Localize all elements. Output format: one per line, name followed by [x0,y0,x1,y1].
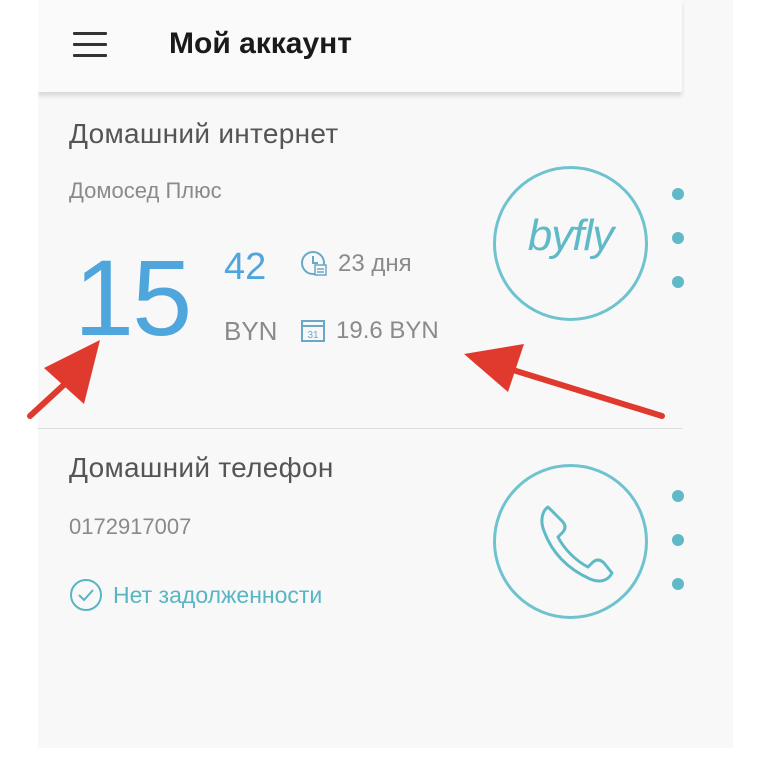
balance-integer: 15 [74,237,192,358]
calendar-icon: 31 [301,320,325,342]
svg-text:31: 31 [307,330,319,341]
more-dot[interactable] [672,232,684,244]
balance-fraction: 42 [224,246,267,288]
tariff-plan-name: Домосед Плюс [69,178,222,203]
byfly-logo-text: byfly [527,211,614,260]
phone-logo[interactable] [493,464,648,619]
internet-more-options[interactable] [672,188,686,320]
card-divider [38,428,682,429]
balance-currency: BYN [224,316,278,346]
more-dot[interactable] [672,188,684,200]
internet-service-card[interactable]: Домашний интернет Домосед Плюс 15 42 BYN… [38,96,684,428]
more-dot[interactable] [672,490,684,502]
monthly-fee-row: 31 19.6 BYN [300,317,439,345]
hamburger-menu-icon[interactable] [73,30,111,60]
app-header: Мой аккаунт [38,0,682,92]
phone-more-options[interactable] [672,490,686,622]
days-left-text: 23 дня [338,250,412,277]
monthly-fee-text: 19.6 BYN [336,317,439,344]
more-dot[interactable] [672,534,684,546]
internet-service-title: Домашний интернет [69,118,339,149]
phone-service-title: Домашний телефон [69,452,334,483]
more-dot[interactable] [672,578,684,590]
account-screen: Мой аккаунт Домашний интернет Домосед Пл… [38,0,733,748]
phone-number: 0172917007 [69,514,192,539]
days-left-row: 23 дня [300,250,412,278]
clock-icon [301,251,327,276]
debt-status-text: Нет задолженности [113,581,323,608]
phone-handset-icon [540,505,614,583]
more-dot[interactable] [672,276,684,288]
phone-service-card[interactable]: Домашний телефон 0172917007 Нет задолжен… [38,430,684,748]
check-circle-icon [70,579,102,611]
debt-status: Нет задолженности [69,578,322,612]
page-title: Мой аккаунт [169,27,352,60]
byfly-logo[interactable]: byfly [493,166,648,321]
